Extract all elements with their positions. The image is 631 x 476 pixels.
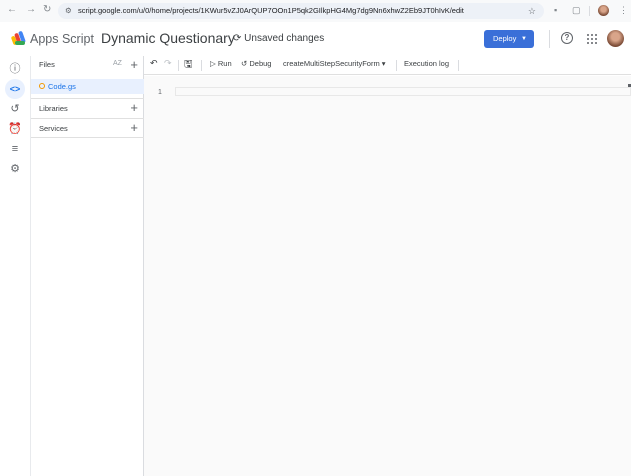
current-line-highlight[interactable] — [175, 87, 631, 96]
deploy-label: Deploy — [493, 34, 517, 43]
forward-icon[interactable]: → — [26, 4, 36, 15]
divider — [31, 98, 144, 99]
divider — [549, 30, 550, 48]
line-number: 1 — [158, 89, 162, 96]
files-heading: Files — [39, 60, 55, 69]
apps-script-logo — [11, 31, 26, 45]
profile-avatar[interactable] — [598, 5, 609, 16]
save-status: ⟳ Unsaved changes — [233, 33, 324, 44]
execution-log-button[interactable]: Execution log — [404, 59, 449, 68]
divider — [589, 6, 590, 16]
add-library-button[interactable]: + — [130, 101, 138, 114]
file-item-code-gs[interactable]: Code.gs — [31, 79, 144, 94]
history-icon[interactable]: ↺ — [7, 101, 23, 117]
divider — [201, 60, 202, 71]
divider — [31, 118, 144, 119]
chevron-down-icon[interactable]: ▼ — [521, 30, 527, 48]
browser-menu-icon[interactable]: ⋮ — [619, 5, 628, 16]
divider — [458, 60, 459, 71]
sort-az-icon[interactable]: AZ — [113, 60, 122, 67]
add-service-button[interactable]: + — [130, 121, 138, 134]
deploy-button[interactable]: Deploy ▼ — [484, 30, 534, 48]
libraries-heading: Libraries — [39, 104, 68, 113]
function-select-value: createMultiStepSecurityForm — [283, 59, 380, 68]
debug-label: Debug — [249, 59, 272, 68]
app-name: Apps Script — [30, 32, 94, 46]
executions-icon[interactable]: ≡ — [7, 141, 23, 157]
reload-icon[interactable]: ↻ — [43, 4, 51, 15]
add-file-button[interactable]: + — [130, 58, 138, 71]
divider — [178, 60, 179, 71]
unsaved-dot-icon — [39, 83, 45, 89]
file-name: Code.gs — [48, 82, 76, 91]
run-label: Run — [217, 59, 232, 68]
services-heading: Services — [39, 124, 68, 133]
save-icon[interactable]: 🖫 — [184, 57, 193, 74]
apps-grid-icon[interactable] — [587, 34, 597, 44]
browser-bar: ← → ↻ ⚙ script.google.com/u/0/home/proje… — [0, 0, 631, 22]
back-icon[interactable]: ← — [7, 4, 17, 15]
function-select[interactable]: createMultiStepSecurityForm ▾ — [283, 59, 386, 68]
sync-icon: ⟳ — [233, 33, 245, 44]
chevron-down-icon: ▾ — [379, 59, 386, 68]
editor-code-icon[interactable]: <> — [5, 79, 25, 99]
url-text: script.google.com/u/0/home/projects/1KWu… — [78, 6, 464, 15]
code-editor[interactable] — [144, 76, 631, 476]
debug-button[interactable]: ↺ Debug — [241, 59, 271, 68]
files-panel: Files AZ + Code.gs Libraries + Services … — [30, 56, 144, 476]
extensions-puzzle-icon[interactable]: ▢ — [572, 5, 581, 16]
editor-toolbar: ↶ ↷ 🖫 ▷ Run ↺ Debug createMultiStepSecur… — [144, 56, 631, 75]
settings-gear-icon[interactable]: ⚙ — [7, 161, 23, 177]
account-avatar[interactable] — [607, 30, 624, 47]
left-rail: ⓘ <> ↺ ⏰ ≡ ⚙ — [0, 56, 30, 476]
extension-icon[interactable]: ▪ — [554, 5, 557, 15]
undo-icon[interactable]: ↶ — [150, 58, 158, 69]
divider — [31, 137, 144, 138]
divider — [396, 60, 397, 71]
save-status-text: Unsaved changes — [244, 33, 325, 44]
bookmark-star-icon[interactable]: ☆ — [528, 3, 536, 19]
play-icon: ▷ — [210, 59, 218, 68]
triggers-alarm-icon[interactable]: ⏰ — [7, 121, 23, 137]
overview-info-icon[interactable]: ⓘ — [7, 61, 23, 77]
redo-icon[interactable]: ↷ — [164, 58, 172, 69]
project-title[interactable]: Dynamic Questionary — [101, 30, 235, 46]
run-button[interactable]: ▷ Run — [210, 59, 232, 68]
address-bar[interactable]: ⚙ script.google.com/u/0/home/projects/1K… — [58, 3, 544, 19]
site-info-icon[interactable]: ⚙ — [65, 3, 72, 19]
help-icon[interactable]: ? — [561, 32, 573, 44]
